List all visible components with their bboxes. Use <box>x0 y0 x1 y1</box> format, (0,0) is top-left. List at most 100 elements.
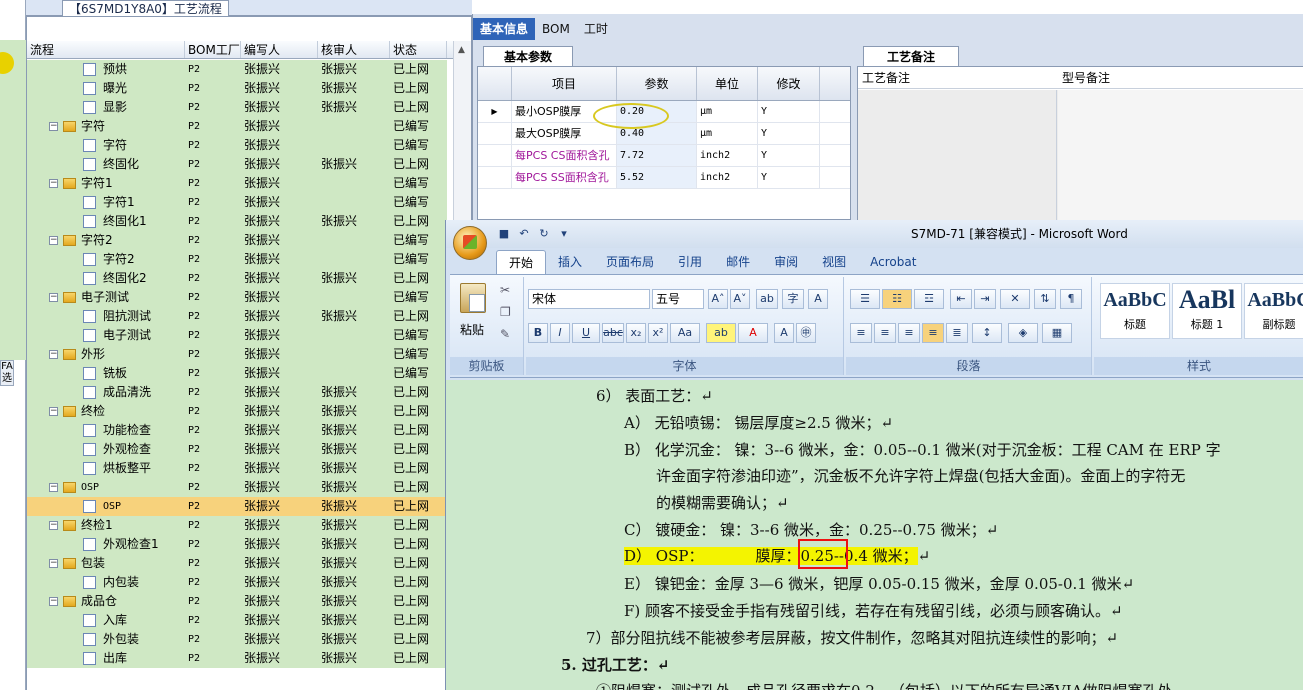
format-painter-icon[interactable]: ✎ <box>500 327 510 341</box>
font-name-combo[interactable]: 宋体 <box>528 289 650 309</box>
tree-node[interactable]: 烘板整平 <box>27 459 185 478</box>
params-row[interactable]: 每PCS SS面积含孔 5.52 inch2 Y <box>478 167 850 189</box>
tree-node[interactable]: 终固化 <box>27 155 185 174</box>
tree-node[interactable]: 内包装 <box>27 573 185 592</box>
tree-row[interactable]: 终固化 P2 张振兴 张振兴 已上网 <box>27 155 447 174</box>
tree-row[interactable]: − 外形 P2 张振兴 已编写 <box>27 345 447 364</box>
tree-node[interactable]: 出库 <box>27 649 185 668</box>
tab-mailings[interactable]: 邮件 <box>714 250 762 274</box>
tree-row[interactable]: 终固化1 P2 张振兴 张振兴 已上网 <box>27 212 447 231</box>
tree-row[interactable]: 铣板 P2 张振兴 已编写 <box>27 364 447 383</box>
tab-home[interactable]: 开始 <box>496 250 547 274</box>
col-header-param[interactable]: 参数 <box>617 67 697 100</box>
col-header-author[interactable]: 编写人 <box>241 41 318 58</box>
save-icon[interactable]: ■ <box>496 226 512 242</box>
param-modify-cell[interactable]: Y <box>758 167 820 188</box>
tree-node[interactable]: − OSP <box>27 478 185 497</box>
tree-node[interactable]: − 字符 <box>27 117 185 136</box>
collapse-toggle-icon[interactable]: − <box>49 293 58 302</box>
col-header-status[interactable]: 状态 <box>390 41 447 58</box>
office-button[interactable] <box>453 226 487 260</box>
chinese-layout-icon[interactable]: ✕ <box>1000 289 1030 309</box>
paste-label[interactable]: 粘贴 <box>460 321 484 338</box>
tree-row[interactable]: 字符2 P2 张振兴 已编写 <box>27 250 447 269</box>
tree-node[interactable]: 终固化1 <box>27 212 185 231</box>
tree-row[interactable]: − 字符2 P2 张振兴 已编写 <box>27 231 447 250</box>
shrink-font-icon[interactable]: A˅ <box>730 289 750 309</box>
align-right-icon[interactable]: ≡ <box>898 323 920 343</box>
tree-row[interactable]: 功能检查 P2 张振兴 张振兴 已上网 <box>27 421 447 440</box>
style-title[interactable]: AaBbC 标题 <box>1100 283 1170 339</box>
col-header-bom[interactable]: BOM工厂 <box>185 41 241 58</box>
tree-row[interactable]: OSP P2 张振兴 张振兴 已上网 <box>27 497 447 516</box>
col-header-reviewer[interactable]: 核审人 <box>318 41 390 58</box>
tree-row[interactable]: 字符1 P2 张振兴 已编写 <box>27 193 447 212</box>
justify-icon[interactable]: ≡ <box>922 323 944 343</box>
document-body[interactable]: 6） 表面工艺：↵ A） 无铅喷锡： 锡层厚度≥2.5 微米；↵ B） 化学沉金… <box>446 380 1303 690</box>
tree-row[interactable]: 内包装 P2 张振兴 张振兴 已上网 <box>27 573 447 592</box>
col-header-modify[interactable]: 修改 <box>758 67 820 100</box>
change-case-icon[interactable]: Aa <box>670 323 700 343</box>
tree-row[interactable]: − OSP P2 张振兴 张振兴 已上网 <box>27 478 447 497</box>
col-header-unit[interactable]: 单位 <box>697 67 758 100</box>
shading-icon[interactable]: ◈ <box>1008 323 1038 343</box>
style-heading-1[interactable]: AaBl 标题 1 <box>1172 283 1242 339</box>
tab-page-layout[interactable]: 页面布局 <box>594 250 666 274</box>
qat-dropdown-icon[interactable]: ▾ <box>556 226 572 242</box>
tree-row[interactable]: − 终检 P2 张振兴 张振兴 已上网 <box>27 402 447 421</box>
tree-row[interactable]: 曝光 P2 张振兴 张振兴 已上网 <box>27 79 447 98</box>
collapse-toggle-icon[interactable]: − <box>49 407 58 416</box>
tree-node[interactable]: 电子测试 <box>27 326 185 345</box>
scroll-up-icon[interactable]: ▲ <box>458 45 465 55</box>
tree-node[interactable]: 字符1 <box>27 193 185 212</box>
enclose-char-icon[interactable]: ㊥ <box>796 323 816 343</box>
collapse-toggle-icon[interactable]: − <box>49 122 58 131</box>
tree-row[interactable]: − 包装 P2 张振兴 张振兴 已上网 <box>27 554 447 573</box>
model-remark-field[interactable] <box>1058 90 1303 221</box>
tab-view[interactable]: 视图 <box>810 250 858 274</box>
strikethrough-icon[interactable]: abc <box>602 323 624 343</box>
borders-icon[interactable]: ▦ <box>1042 323 1072 343</box>
tab-basic-info[interactable]: 基本信息 <box>473 18 536 40</box>
tree-node[interactable]: 外观检查1 <box>27 535 185 554</box>
tree-node[interactable]: 字符 <box>27 136 185 155</box>
params-row[interactable]: 最大OSP膜厚 0.40 μm Y <box>478 123 850 145</box>
tree-row[interactable]: 成品清洗 P2 张振兴 张振兴 已上网 <box>27 383 447 402</box>
numbering-icon[interactable]: ☷ <box>882 289 912 309</box>
param-value-cell[interactable]: 7.72 <box>617 145 697 166</box>
tree-row[interactable]: − 成品仓 P2 张振兴 张振兴 已上网 <box>27 592 447 611</box>
tab-acrobat[interactable]: Acrobat <box>858 250 928 274</box>
paste-icon[interactable] <box>460 283 486 313</box>
font-color-icon[interactable]: A <box>738 323 768 343</box>
collapse-toggle-icon[interactable]: − <box>49 483 58 492</box>
tree-row[interactable]: − 字符 P2 张振兴 已编写 <box>27 117 447 136</box>
params-row[interactable]: 每PCS CS面积含孔 7.72 inch2 Y <box>478 145 850 167</box>
clear-format-icon[interactable]: ab <box>756 289 778 309</box>
tree-node[interactable]: 外包装 <box>27 630 185 649</box>
collapse-toggle-icon[interactable]: − <box>49 236 58 245</box>
tree-node[interactable]: − 电子测试 <box>27 288 185 307</box>
tree-node[interactable]: 字符2 <box>27 250 185 269</box>
tree-row[interactable]: 预烘 P2 张振兴 张振兴 已上网 <box>27 60 447 79</box>
bullets-icon[interactable]: ☰ <box>850 289 880 309</box>
tree-node[interactable]: OSP <box>27 497 185 516</box>
tree-node[interactable]: − 外形 <box>27 345 185 364</box>
italic-icon[interactable]: I <box>550 323 570 343</box>
collapse-toggle-icon[interactable]: − <box>49 597 58 606</box>
param-modify-cell[interactable]: Y <box>758 145 820 166</box>
phonetic-icon[interactable]: 字 <box>782 289 804 309</box>
undo-icon[interactable]: ↶ <box>516 226 532 242</box>
tree-node[interactable]: 成品清洗 <box>27 383 185 402</box>
tree-row[interactable]: − 电子测试 P2 张振兴 已编写 <box>27 288 447 307</box>
tab-work-hours[interactable]: 工时 <box>577 18 615 40</box>
tree-node[interactable]: − 字符1 <box>27 174 185 193</box>
tab-basic-params[interactable]: 基本参数 <box>483 46 573 66</box>
col-header-flow[interactable]: 流程 <box>27 41 185 58</box>
sort-icon[interactable]: ⇅ <box>1034 289 1056 309</box>
tab-insert[interactable]: 插入 <box>546 250 594 274</box>
tree-node[interactable]: 功能检查 <box>27 421 185 440</box>
tree-node[interactable]: − 字符2 <box>27 231 185 250</box>
char-shading-icon[interactable]: A <box>774 323 794 343</box>
tree-row[interactable]: 烘板整平 P2 张振兴 张振兴 已上网 <box>27 459 447 478</box>
style-subtitle[interactable]: AaBbC 副标题 <box>1244 283 1303 339</box>
